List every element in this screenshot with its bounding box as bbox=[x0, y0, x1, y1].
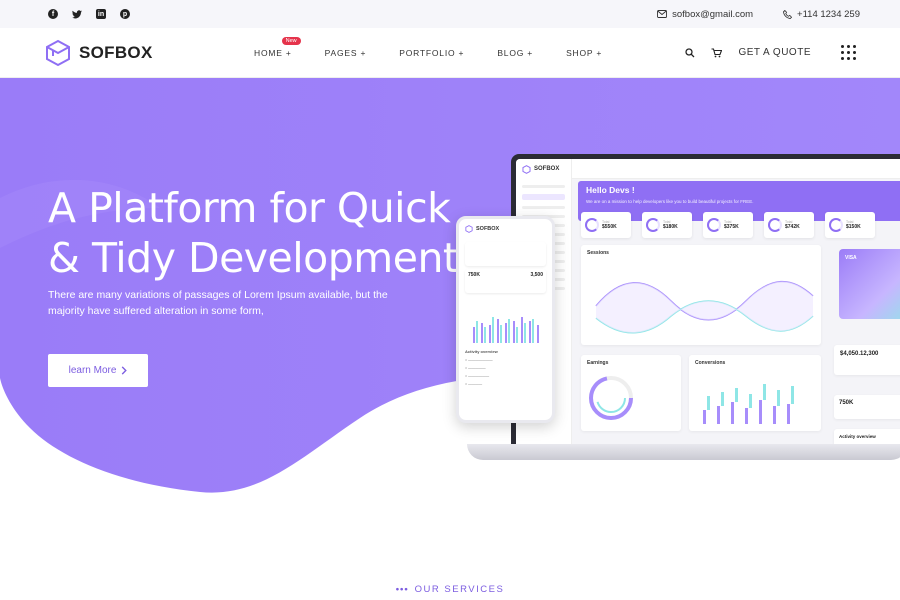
balance-panel: $4,050.12,300 bbox=[834, 345, 900, 375]
learn-more-label: learn More bbox=[68, 365, 117, 376]
social-links: f in p bbox=[48, 9, 130, 19]
banner-title: Hello Devs ! bbox=[586, 185, 635, 195]
nav-item-label: SHOP + bbox=[566, 47, 603, 58]
dashboard-screen: SOFBOX Hello Devs ! We are on a mission … bbox=[516, 159, 900, 446]
nav-item-blog[interactable]: BLOG + bbox=[497, 48, 533, 58]
earnings-title: Earnings bbox=[587, 360, 609, 366]
logo-icon bbox=[46, 39, 70, 66]
hero-subtitle: There are many variations of passages of… bbox=[48, 289, 388, 317]
laptop-mockup: SOFBOX Hello Devs ! We are on a mission … bbox=[511, 154, 900, 446]
services-label: OUR SERVICES bbox=[414, 584, 505, 595]
nav-item-portfolio[interactable]: PORTFOLIO + bbox=[399, 48, 464, 58]
logo-text: SOFBOX bbox=[79, 42, 153, 62]
nav-item-shop[interactable]: SHOP + bbox=[566, 48, 602, 58]
services-heading: ••• OUR SERVICES bbox=[0, 584, 900, 595]
banner-text: We are on a mission to help developers l… bbox=[586, 199, 754, 204]
phone-contact[interactable]: +114 1234 259 bbox=[783, 9, 860, 20]
phone-stat-row: 750K 3,500 bbox=[465, 269, 546, 293]
get-a-quote-link[interactable]: GET A QUOTE bbox=[738, 47, 811, 58]
nav-item-label: PORTFOLIO + bbox=[399, 47, 465, 58]
email-text: sofbox@gmail.com bbox=[672, 8, 754, 20]
phone-activity-list: Activity overview ○ ——————— ○ ————— ○ ——… bbox=[465, 349, 498, 386]
wave-chart bbox=[595, 280, 814, 334]
hero-title: A Platform for Quick & Tidy Development bbox=[48, 184, 459, 282]
phone-bar-chart bbox=[465, 297, 546, 345]
grid-menu-icon[interactable] bbox=[841, 45, 856, 60]
phone-text: +114 1234 259 bbox=[797, 8, 860, 20]
nav-item-label: HOME + bbox=[254, 47, 292, 58]
credit-card: VISA bbox=[839, 249, 900, 319]
phone-stat-card bbox=[465, 242, 546, 266]
phone-logo-text: SOFBOX bbox=[476, 226, 500, 232]
nav-item-home[interactable]: HOME + New bbox=[254, 36, 301, 58]
phone-icon bbox=[783, 9, 793, 19]
nav-actions: GET A QUOTE bbox=[685, 45, 856, 60]
stat-card: Total $742K bbox=[764, 212, 814, 238]
phone-header: SOFBOX bbox=[459, 219, 552, 239]
nav-item-label: PAGES + bbox=[324, 47, 367, 58]
card-brand: VISA bbox=[845, 255, 857, 261]
envelope-icon bbox=[657, 10, 668, 18]
laptop-base bbox=[467, 444, 900, 460]
stat-card: Total $180K bbox=[642, 212, 692, 238]
twitter-icon[interactable] bbox=[72, 9, 82, 19]
nav-menu: HOME + New PAGES + PORTFOLIO + BLOG + SH… bbox=[254, 36, 602, 58]
email-contact[interactable]: sofbox@gmail.com bbox=[657, 9, 753, 20]
cart-icon[interactable] bbox=[711, 47, 723, 58]
top-bar: f in p sofbox@gmail.com +114 1234 259 bbox=[0, 0, 900, 28]
learn-more-button[interactable]: learn More bbox=[48, 354, 148, 387]
phone-mockup: SOFBOX 750K 3,500 Activity overview ○ ———… bbox=[456, 216, 555, 423]
nav-item-pages[interactable]: PAGES + bbox=[325, 48, 367, 58]
conversions-panel: Conversions bbox=[689, 355, 821, 431]
stat-card: Total $375K bbox=[703, 212, 753, 238]
pinterest-icon[interactable]: p bbox=[120, 9, 130, 19]
earnings-panel: Earnings bbox=[581, 355, 681, 431]
contact-info: sofbox@gmail.com +114 1234 259 bbox=[657, 9, 860, 20]
facebook-icon[interactable]: f bbox=[48, 9, 58, 19]
nav-item-label: BLOG + bbox=[497, 47, 534, 58]
chevron-right-icon bbox=[122, 366, 128, 375]
linkedin-icon[interactable]: in bbox=[96, 9, 106, 19]
stat-card: Total $550K bbox=[581, 212, 631, 238]
logo[interactable]: SOFBOX bbox=[44, 39, 254, 67]
activity-title: Activity overview bbox=[839, 434, 876, 439]
new-badge: New bbox=[281, 36, 301, 45]
balance-small-value: 750K bbox=[839, 400, 854, 406]
landing-page: f in p sofbox@gmail.com +114 1234 259 SO… bbox=[0, 0, 900, 600]
dashboard-topbar bbox=[572, 159, 900, 179]
balance-small-panel: 750K bbox=[834, 395, 900, 419]
conversions-title: Conversions bbox=[695, 360, 726, 366]
dashboard-logo-text: SOFBOX bbox=[534, 166, 560, 172]
sessions-chart-title: Sessions bbox=[587, 250, 609, 256]
services-dots: ••• bbox=[395, 584, 409, 595]
stat-card: Total $150K bbox=[825, 212, 875, 238]
main-nav: SOFBOX HOME + New PAGES + PORTFOLIO + BL… bbox=[0, 28, 900, 78]
sessions-chart-panel: Sessions bbox=[581, 245, 821, 345]
search-icon[interactable] bbox=[685, 47, 695, 58]
balance-value: $4,050.12,300 bbox=[840, 351, 879, 357]
